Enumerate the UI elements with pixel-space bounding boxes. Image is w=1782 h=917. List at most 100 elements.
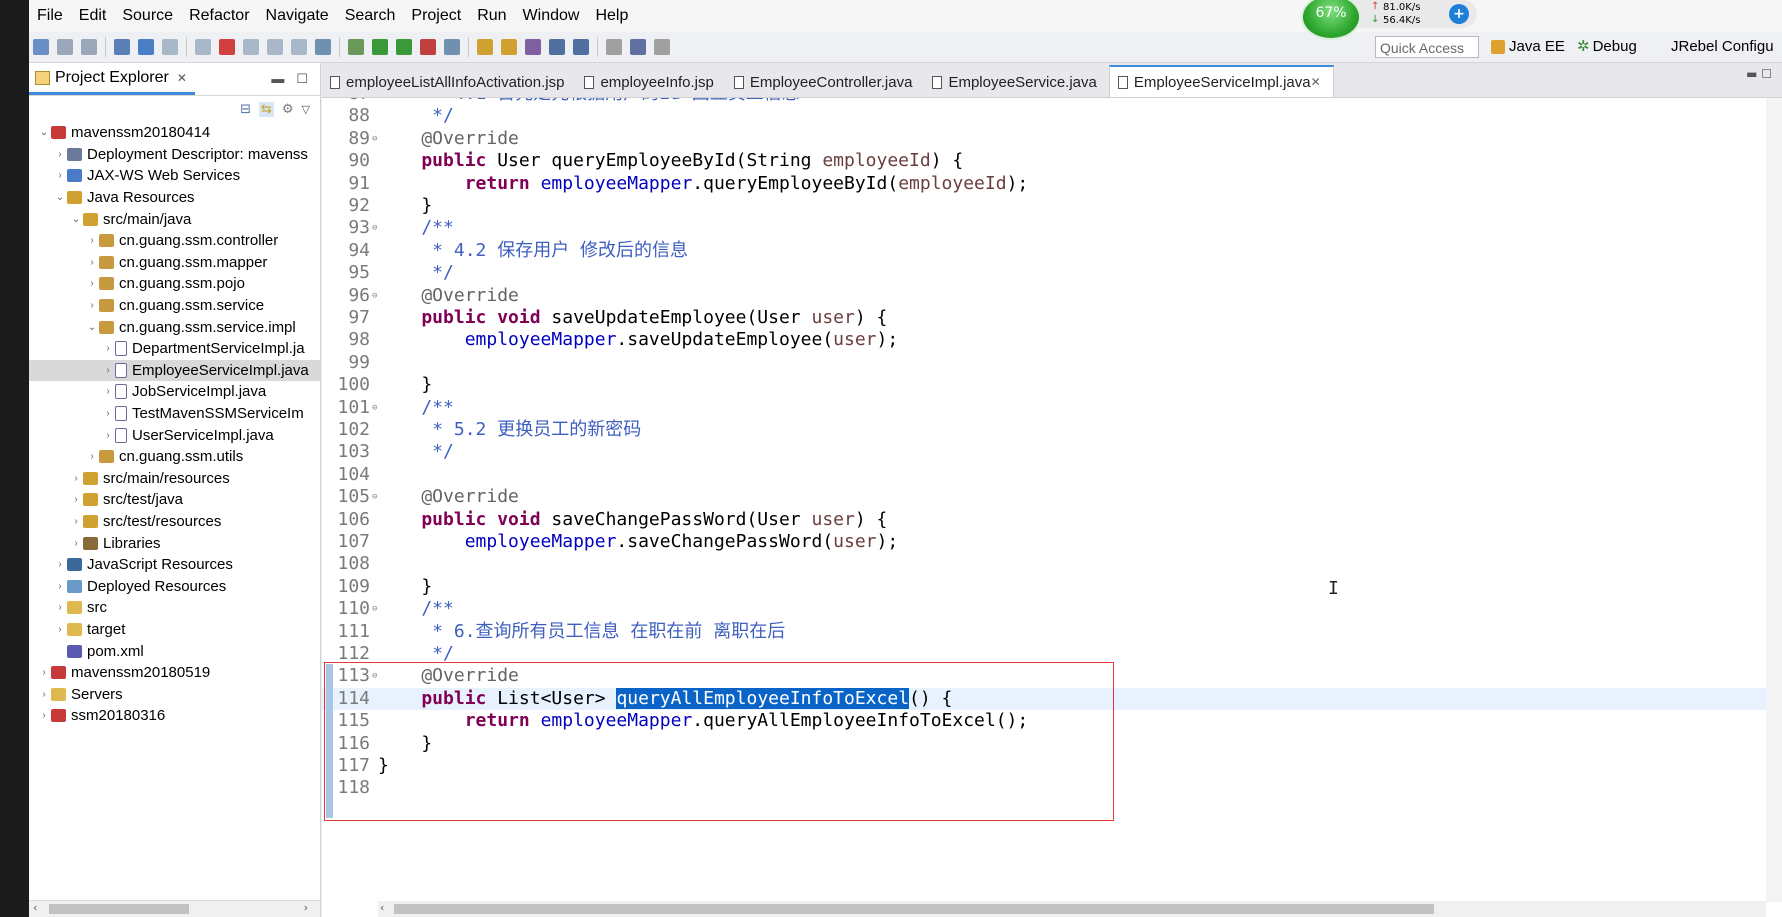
menu-item[interactable]: File [29,7,71,25]
tree-item[interactable]: › cn.guang.ssm.utils [29,446,320,468]
close-icon[interactable]: ✕ [1311,75,1321,89]
explorer-scroll-thumb[interactable] [49,904,189,914]
code-line[interactable]: 112 */ [322,643,1766,665]
expand-right-icon[interactable]: › [85,235,99,246]
toolbar-icon[interactable] [315,39,331,55]
expand-right-icon[interactable]: › [85,451,99,462]
toolbar-icon[interactable] [573,39,589,55]
tree-item[interactable]: › EmployeeServiceImpl.java [29,359,320,382]
menu-item[interactable]: Search [337,7,404,25]
tree-item[interactable]: › Deployed Resources [29,575,320,597]
menu-item[interactable]: Help [587,7,636,25]
filter-icon[interactable]: ⚙ [282,102,294,117]
code-line[interactable]: 87 * 4.1 首先是先根据用户的id 回显员工信息 [322,98,1766,105]
code-line[interactable]: 109 } [322,576,1766,598]
link-with-editor-icon[interactable]: ⇆ [258,101,274,117]
tree-item[interactable]: › target [29,619,320,641]
collapse-all-icon[interactable]: ⊟ [240,102,251,117]
tree-item[interactable]: ⌄ src/main/java [29,208,320,230]
menu-item[interactable]: Window [515,7,588,25]
project-explorer-tab[interactable]: Project Explorer ✕ [29,63,195,95]
toolbar-icon[interactable] [33,39,49,55]
editor-horizontal-scrollbar[interactable]: ‹ [378,901,1766,917]
toolbar-icon[interactable] [114,39,130,55]
fold-toggle-icon[interactable]: ⊖ [372,665,377,687]
toolbar-icon[interactable] [57,39,73,55]
tree-item[interactable]: › DepartmentServiceImpl.ja [29,338,320,360]
toolbar-icon[interactable] [396,39,412,55]
toolbar-icon[interactable] [195,39,211,55]
toolbar-icon[interactable] [219,39,235,55]
expand-right-icon[interactable]: › [37,710,51,721]
perspective-jrebel[interactable]: JRebel Configu [1671,36,1774,58]
toolbar-icon[interactable] [444,39,460,55]
toolbar-icon[interactable] [138,39,154,55]
expand-right-icon[interactable]: › [101,343,115,354]
menu-item[interactable]: Refactor [181,7,257,25]
overview-ruler[interactable] [1766,98,1782,902]
expand-down-icon[interactable]: ⌄ [53,192,67,203]
code-line[interactable]: 108 [322,553,1766,575]
fold-toggle-icon[interactable]: ⊖ [372,285,377,307]
menu-item[interactable]: Project [403,7,469,25]
expand-right-icon[interactable]: › [37,667,51,678]
quick-access-input[interactable]: Quick Access [1375,36,1479,58]
code-line[interactable]: 114 public List<User> queryAllEmployeeIn… [322,687,1766,711]
editor-scroll-thumb[interactable] [394,904,1434,914]
code-line[interactable]: 92 } [322,195,1766,217]
fold-toggle-icon[interactable]: ⊖ [372,217,377,239]
code-line[interactable]: 110 ⊖ /** [322,598,1766,620]
expand-right-icon[interactable]: › [69,494,83,505]
code-area[interactable]: 118 117} 116 } 115 return employeeMapper.qu… [322,98,1766,902]
plus-icon[interactable]: + [1449,4,1469,24]
code-line[interactable]: 104 [322,464,1766,486]
expand-right-icon[interactable]: › [53,170,67,181]
code-line[interactable]: 103 */ [322,441,1766,463]
tree-item[interactable]: › cn.guang.ssm.mapper [29,252,320,274]
expand-right-icon[interactable]: › [69,516,83,527]
tree-item[interactable]: › JavaScript Resources [29,554,320,576]
code-line[interactable]: 88 */ [322,105,1766,127]
editor-tab[interactable]: EmployeeServiceImpl.java ✕ [1108,65,1334,97]
tree-item[interactable]: › ssm20180316 [29,705,320,727]
code-line[interactable]: 96 ⊖ @Override [322,285,1766,307]
tree-item[interactable]: › src/main/resources [29,468,320,490]
network-monitor-widget[interactable]: ↑ 81.0K/s ↓ 56.4K/s + 67% [1301,0,1477,40]
tree-item[interactable]: › Deployment Descriptor: mavenss [29,144,320,166]
expand-right-icon[interactable]: › [53,559,67,570]
tree-item[interactable]: › Libraries [29,532,320,554]
tree-item[interactable]: › src [29,597,320,619]
maximize-icon[interactable]: ☐ [296,71,308,87]
tree-item[interactable]: › Servers [29,683,320,705]
toolbar-icon[interactable] [549,39,565,55]
close-icon[interactable]: ✕ [177,71,187,85]
expand-down-icon[interactable]: ⌄ [85,322,99,333]
fold-toggle-icon[interactable]: ⊖ [372,128,377,150]
fold-toggle-icon[interactable]: ⊖ [372,397,377,419]
code-line[interactable]: 90 public User queryEmployeeById(String … [322,150,1766,172]
view-menu-icon[interactable]: ▽ [302,103,310,116]
fold-toggle-icon[interactable]: ⊖ [372,486,377,508]
editor-tab[interactable]: EmployeeController.java [726,67,925,97]
toolbar-icon[interactable] [291,39,307,55]
code-line[interactable]: 106 public void saveChangePassWord(User … [322,509,1766,531]
expand-right-icon[interactable]: › [101,365,115,376]
code-line[interactable]: 99 [322,352,1766,374]
toolbar-icon[interactable] [654,39,670,55]
expand-right-icon[interactable]: › [53,581,67,592]
expand-right-icon[interactable]: › [85,278,99,289]
scroll-right-icon[interactable]: › [304,901,308,914]
toolbar-icon[interactable] [348,39,364,55]
minimize-icon[interactable]: ▬ [271,71,284,87]
expand-right-icon[interactable]: › [69,538,83,549]
tree-item[interactable]: › src/test/resources [29,511,320,533]
code-line[interactable]: 116 } [322,733,1766,755]
tree-item[interactable]: › TestMavenSSMServiceIm [29,403,320,425]
tree-item[interactable]: › mavenssm20180519 [29,662,320,684]
tree-item[interactable]: ⌄ mavenssm20180414 [29,122,320,144]
code-line[interactable]: 111 * 6.查询所有员工信息 在职在前 离职在后 [322,621,1766,643]
code-line[interactable]: 102 * 5.2 更换员工的新密码 [322,419,1766,441]
code-line[interactable]: 101 ⊖ /** [322,397,1766,419]
tree-item[interactable]: › UserServiceImpl.java [29,424,320,446]
tree-item[interactable]: pom.xml [29,640,320,662]
